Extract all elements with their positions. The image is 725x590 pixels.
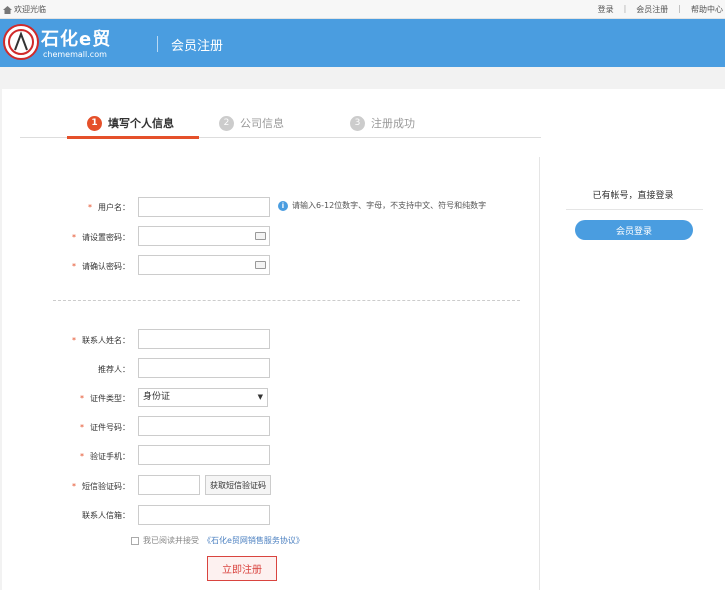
password-label: * 请设置密码：: [72, 233, 130, 242]
logo-title[interactable]: 石化e贸: [41, 25, 111, 51]
id-type-select[interactable]: 身份证 ▼: [138, 388, 268, 407]
page-title: 会员注册: [171, 39, 224, 54]
step-number: 3: [350, 115, 365, 131]
agreement-link[interactable]: 《石化e贸网销售服务协议》: [203, 535, 304, 546]
get-sms-code-button[interactable]: 获取短信验证码: [205, 475, 271, 495]
keyboard-icon[interactable]: [255, 261, 266, 269]
password-input[interactable]: [138, 226, 270, 246]
email-label: 联系人信箱：: [82, 511, 130, 520]
step-label: 填写个人信息: [108, 117, 174, 130]
contact-name-input[interactable]: [138, 329, 270, 349]
registration-card: 1 填写个人信息 2 公司信息 3 注册成功 * 用户名： i 请输入6-12位数…: [2, 89, 725, 590]
keyboard-icon[interactable]: [255, 232, 266, 240]
step-company-info: 2 公司信息: [219, 108, 284, 138]
referrer-label: 推荐人：: [98, 365, 130, 374]
active-step-indicator: [67, 136, 199, 139]
phone-label: * 验证手机：: [80, 452, 130, 461]
login-link[interactable]: 登录: [598, 4, 614, 15]
phone-input[interactable]: [138, 445, 270, 465]
step-number: 2: [219, 115, 234, 131]
sinopec-logo-icon[interactable]: [3, 24, 39, 60]
id-number-input[interactable]: [138, 416, 270, 436]
step-personal-info: 1 填写个人信息: [87, 108, 174, 138]
email-input[interactable]: [138, 505, 270, 525]
step-number: 1: [87, 115, 102, 131]
home-icon[interactable]: [3, 5, 12, 14]
id-type-label: * 证件类型：: [80, 394, 130, 403]
confirm-password-label: * 请确认密码：: [72, 262, 130, 271]
agreement-row: 我已阅读并接受 《石化e贸网销售服务协议》: [131, 535, 304, 546]
site-header: 石化e贸 chememall.com 会员注册: [0, 19, 725, 67]
id-number-label: * 证件号码：: [80, 423, 130, 432]
divider: |: [623, 4, 627, 13]
register-link[interactable]: 会员注册: [636, 4, 668, 15]
step-label: 公司信息: [240, 117, 284, 130]
step-tabs: 1 填写个人信息 2 公司信息 3 注册成功: [20, 108, 541, 139]
welcome-text: 欢迎光临: [3, 4, 46, 15]
username-label: * 用户名：: [88, 203, 130, 212]
sms-code-label: * 短信验证码：: [72, 482, 130, 491]
login-panel: 已有帐号，直接登录 会员登录: [539, 157, 725, 590]
top-bar: 欢迎光临 登录 | 会员注册 | 帮助中心: [0, 0, 725, 19]
sms-code-input[interactable]: [138, 475, 200, 495]
header-divider: [157, 36, 158, 52]
help-link[interactable]: 帮助中心: [691, 4, 723, 15]
welcome-label: 欢迎光临: [14, 5, 46, 14]
username-input[interactable]: [138, 197, 270, 217]
register-button[interactable]: 立即注册: [207, 556, 277, 581]
divider: [566, 209, 703, 210]
divider: |: [678, 4, 681, 13]
step-label: 注册成功: [371, 117, 415, 130]
confirm-password-input[interactable]: [138, 255, 270, 275]
login-prompt: 已有帐号，直接登录: [592, 191, 674, 201]
agree-checkbox[interactable]: [131, 536, 139, 545]
info-icon: i: [278, 200, 288, 211]
username-hint: i 请输入6-12位数字、字母，不支持中文、符号和纯数字: [278, 200, 486, 211]
logo-subtitle: chememall.com: [43, 50, 107, 59]
agree-text: 我已阅读并接受: [143, 536, 199, 545]
section-divider: [53, 300, 520, 301]
step-success: 3 注册成功: [350, 108, 415, 138]
contact-name-label: * 联系人姓名：: [72, 336, 130, 345]
member-login-button[interactable]: 会员登录: [575, 220, 693, 240]
referrer-input[interactable]: [138, 358, 270, 378]
chevron-down-icon: ▼: [257, 393, 263, 401]
top-links: 登录 | 会员注册 | 帮助中心: [598, 4, 723, 15]
